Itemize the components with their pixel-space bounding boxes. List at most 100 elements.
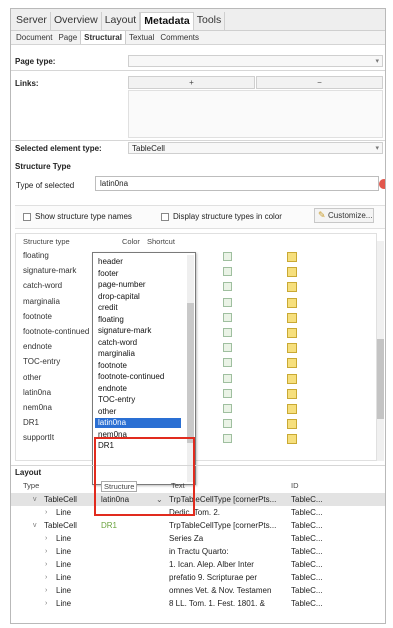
dropdown-item[interactable]: drop-capital — [98, 292, 140, 302]
layout-row[interactable]: › Line prefatio 9. Scripturae per TableC... — [11, 571, 385, 584]
expand-icon[interactable]: › — [45, 584, 47, 597]
expand-icon[interactable]: › — [45, 571, 47, 584]
tab-textual[interactable]: Textual — [126, 31, 157, 44]
add-link-button[interactable]: + — [128, 76, 255, 89]
layout-row[interactable]: v TableCell latin0na ⌄ TrpTableCellType [cor… — [11, 493, 385, 506]
structure-type-row-label: floating — [23, 251, 49, 260]
structure-type-row-label: latin0na — [23, 387, 52, 397]
page-type-combo[interactable]: ▾ — [128, 55, 383, 67]
layout-row[interactable]: › Line omnes Vet. & Nov. Testamen TableC... — [11, 584, 385, 597]
row-shortcut-checkbox[interactable] — [223, 267, 232, 277]
row-shortcut-checkbox[interactable] — [223, 312, 232, 322]
show-names-label: Show structure type names — [35, 212, 132, 221]
remove-link-button[interactable]: − — [256, 76, 383, 89]
layout-row-id: TableC... — [291, 560, 323, 569]
row-color-icon[interactable] — [287, 328, 297, 338]
row-color-icon[interactable] — [287, 267, 297, 278]
row-color-icon[interactable] — [287, 343, 297, 354]
clear-type-icon[interactable] — [379, 179, 385, 189]
dropdown-item[interactable]: catch-word — [98, 338, 137, 348]
dropdown-item[interactable]: footer — [98, 269, 118, 279]
dropdown-item[interactable]: other — [98, 407, 116, 417]
layout-row[interactable]: › Line Series Za TableC... — [11, 532, 385, 545]
metadata-panel: Server Overview Layout Metadata Tools Do… — [10, 8, 386, 624]
layout-column-type: Type — [23, 481, 40, 490]
row-shortcut-checkbox[interactable] — [223, 252, 232, 261]
row-color-icon[interactable] — [287, 419, 297, 430]
row-shortcut-checkbox[interactable] — [223, 282, 232, 292]
table-scrollbar-thumb[interactable] — [377, 339, 384, 419]
row-shortcut-checkbox[interactable] — [223, 297, 232, 307]
row-shortcut-checkbox[interactable] — [223, 434, 232, 444]
row-shortcut-checkbox[interactable] — [223, 328, 232, 337]
tab-tools[interactable]: Tools — [194, 12, 226, 30]
display-colors-label: Display structure types in color — [173, 212, 282, 221]
dropdown-item[interactable]: latin0na — [95, 418, 181, 428]
tab-overview[interactable]: Overview — [51, 12, 102, 30]
row-shortcut-checkbox[interactable] — [223, 388, 232, 398]
structure-type-row-label: footnote — [23, 311, 52, 321]
dropdown-item[interactable]: footnote-continued — [98, 372, 164, 382]
row-shortcut-checkbox[interactable] — [223, 343, 232, 353]
selected-element-combo[interactable]: TableCell ▾ — [128, 142, 383, 154]
dropdown-item[interactable]: page-number — [98, 280, 146, 290]
dropdown-item[interactable]: marginalia — [98, 349, 135, 359]
customize-button[interactable]: ✎ Customize... — [314, 208, 374, 223]
row-color-icon[interactable] — [287, 312, 297, 323]
row-color-icon[interactable] — [287, 404, 297, 414]
type-of-selected-field[interactable]: latin0na — [95, 176, 379, 191]
expand-icon[interactable]: › — [45, 545, 47, 558]
dropdown-item[interactable]: header — [98, 257, 123, 267]
tab-metadata[interactable]: Metadata — [140, 12, 194, 30]
expand-icon[interactable]: › — [45, 558, 47, 571]
dropdown-item[interactable]: credit — [98, 303, 118, 313]
layout-row-id: TableC... — [291, 573, 323, 582]
display-colors-checkbox[interactable] — [161, 213, 169, 221]
row-color-icon[interactable] — [287, 282, 297, 293]
structure-type-row-label: marginalia — [23, 296, 60, 306]
column-shortcut: Shortcut — [147, 237, 175, 246]
dropdown-item[interactable]: footnote — [98, 361, 127, 371]
row-color-icon[interactable] — [287, 373, 297, 384]
links-list[interactable] — [128, 90, 383, 138]
tab-comments[interactable]: Comments — [157, 31, 202, 44]
row-shortcut-checkbox[interactable] — [223, 404, 232, 413]
expand-icon[interactable]: › — [45, 506, 47, 519]
row-color-icon[interactable] — [287, 388, 297, 399]
layout-row[interactable]: › Line Dedic. Tom. 2. TableC... — [11, 506, 385, 519]
chevron-down-icon: ▾ — [375, 145, 379, 152]
page-type-label: Page type: — [15, 57, 56, 66]
top-tab-bar: Server Overview Layout Metadata Tools — [11, 9, 385, 31]
row-shortcut-checkbox[interactable] — [223, 373, 232, 383]
row-shortcut-checkbox[interactable] — [223, 419, 232, 429]
tab-server[interactable]: Server — [13, 12, 51, 30]
collapse-icon[interactable]: v — [33, 493, 37, 506]
dropdown-item[interactable]: TOC-entry — [98, 395, 135, 405]
layout-row[interactable]: › Line in Tractu Quarto: TableC... — [11, 545, 385, 558]
row-color-icon[interactable] — [287, 297, 297, 308]
collapse-icon[interactable]: v — [33, 519, 37, 532]
row-color-icon[interactable] — [287, 252, 297, 262]
layout-row-text: 8 LL. Tom. 1. Fest. 1801. & — [169, 599, 265, 608]
dropdown-item[interactable]: signature-mark — [98, 326, 151, 336]
expand-icon[interactable]: › — [45, 597, 47, 610]
row-color-icon[interactable] — [287, 358, 297, 369]
dropdown-scrollbar-thumb[interactable] — [187, 303, 194, 443]
tab-page[interactable]: Page — [55, 31, 80, 44]
layout-row[interactable]: › Line 1. Ican. Alep. Alber Inter TableC... — [11, 558, 385, 571]
tab-layout[interactable]: Layout — [102, 12, 141, 30]
row-color-icon[interactable] — [287, 434, 297, 445]
column-structure-type: Structure type — [23, 237, 70, 246]
expand-icon[interactable]: › — [45, 532, 47, 545]
row-shortcut-checkbox[interactable] — [223, 358, 232, 368]
dropdown-item[interactable]: floating — [98, 315, 124, 325]
layout-row[interactable]: › Line 8 LL. Tom. 1. Fest. 1801. & TableC..… — [11, 597, 385, 610]
tab-structural[interactable]: Structural — [80, 31, 126, 44]
layout-row-structure[interactable]: DR1 — [101, 519, 163, 532]
dropdown-item[interactable]: endnote — [98, 384, 127, 394]
tab-document[interactable]: Document — [13, 31, 55, 44]
show-names-checkbox[interactable] — [23, 213, 31, 221]
layout-row[interactable]: v TableCell DR1 TrpTableCellType [cornerPts… — [11, 519, 385, 532]
layout-row-id: TableC... — [291, 599, 323, 608]
structure-type-row-label: TOC-entry — [23, 357, 61, 367]
